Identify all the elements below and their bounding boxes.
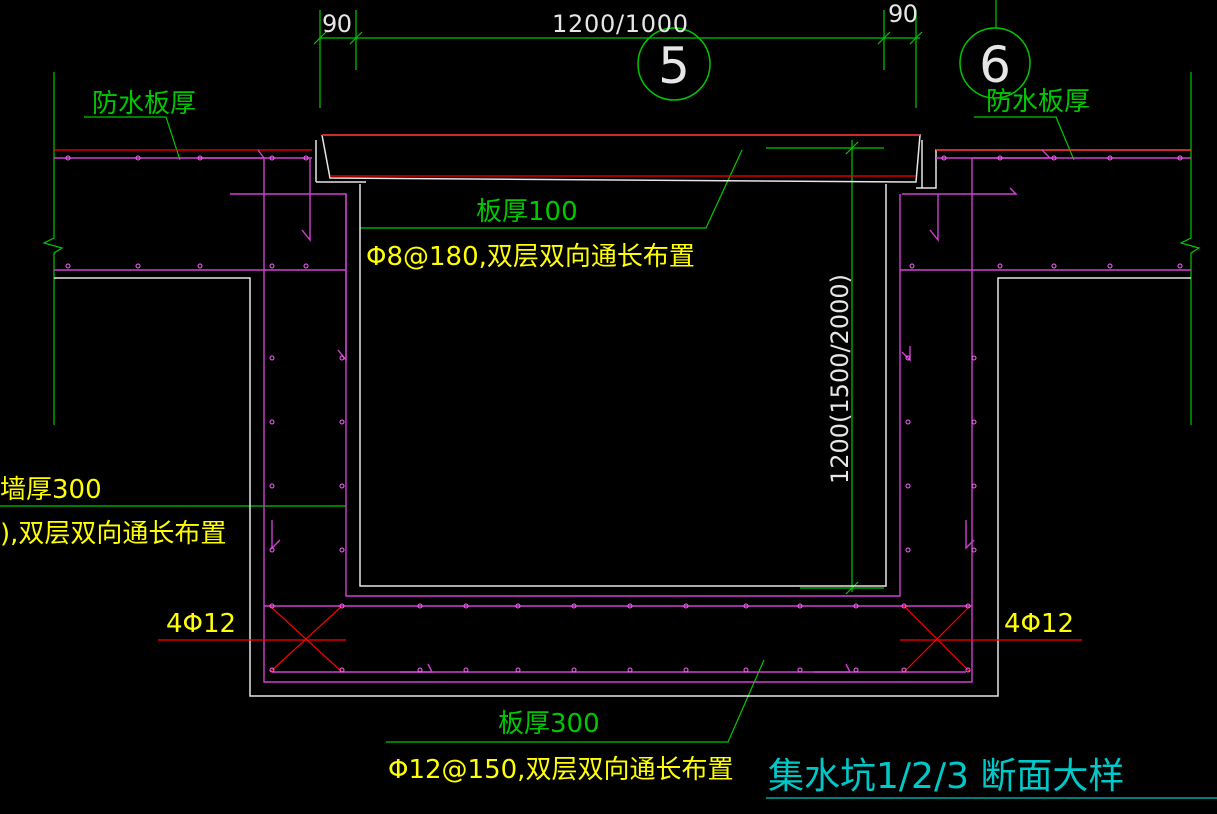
dim-top-left: 90	[322, 10, 352, 38]
rebar-dot	[1107, 263, 1113, 269]
title-text: 集水坑1/2/3 断面大样	[768, 756, 1124, 797]
rebar-dot	[905, 483, 911, 489]
dim-depth: 1200(1500/2000)	[826, 274, 854, 484]
slab-red-lines	[54, 134, 1191, 177]
rebar-dot	[135, 263, 141, 269]
rebar-dot	[1177, 263, 1183, 269]
label-base-thickness: 板厚300	[498, 709, 600, 739]
rebar-dot	[197, 263, 203, 269]
label-waterproof-right: 防水板厚	[986, 87, 1090, 117]
dim-top-center: 1200/1000	[552, 10, 688, 38]
cad-drawing: 5 6 90 1200/1000 90 1200(1500/2000) 防水板厚…	[0, 0, 1217, 799]
rebar-dots	[65, 155, 1183, 673]
rebar-dot	[269, 263, 275, 269]
rebar-dot	[269, 355, 275, 361]
annotation-texts: 防水板厚 防水板厚 板厚100 Φ8@180,双层双向通长布置 墙厚300 ),…	[0, 87, 1090, 785]
rebar-dot	[269, 419, 275, 425]
label-wall-thickness: 墙厚300	[0, 475, 102, 505]
label-corner-bars-right: 4Φ12	[1004, 609, 1074, 639]
rebar-dot	[1051, 263, 1057, 269]
label-corner-bars-left: 4Φ12	[166, 609, 236, 639]
label-cover-rebar: Φ8@180,双层双向通长布置	[366, 242, 695, 272]
rebar-dot	[339, 355, 345, 361]
label-waterproof-left: 防水板厚	[92, 89, 196, 119]
rebar-dot	[905, 547, 911, 553]
svg-text:5: 5	[658, 37, 690, 95]
axis-bubble-5: 5	[637, 27, 711, 101]
rebar-dot	[909, 263, 915, 269]
rebar-dot	[339, 547, 345, 553]
label-base-rebar: Φ12@150,双层双向通长布置	[388, 755, 733, 785]
corner-bars	[158, 605, 1082, 673]
rebar-dot	[905, 419, 911, 425]
svg-text:6: 6	[979, 36, 1011, 94]
rebar-dot	[339, 419, 345, 425]
label-wall-rebar: ),双层双向通长布置	[0, 519, 226, 549]
drawing-title: 集水坑1/2/3 断面大样	[766, 756, 1217, 799]
rebar-dot	[269, 483, 275, 489]
rebar-lines	[54, 149, 1191, 683]
rebar-dot	[339, 483, 345, 489]
rebar-dot	[303, 263, 309, 269]
rebar-dot	[65, 263, 71, 269]
label-cover-thickness: 板厚100	[476, 197, 578, 227]
rebar-dot	[997, 263, 1003, 269]
dim-top-right: 90	[888, 0, 918, 28]
